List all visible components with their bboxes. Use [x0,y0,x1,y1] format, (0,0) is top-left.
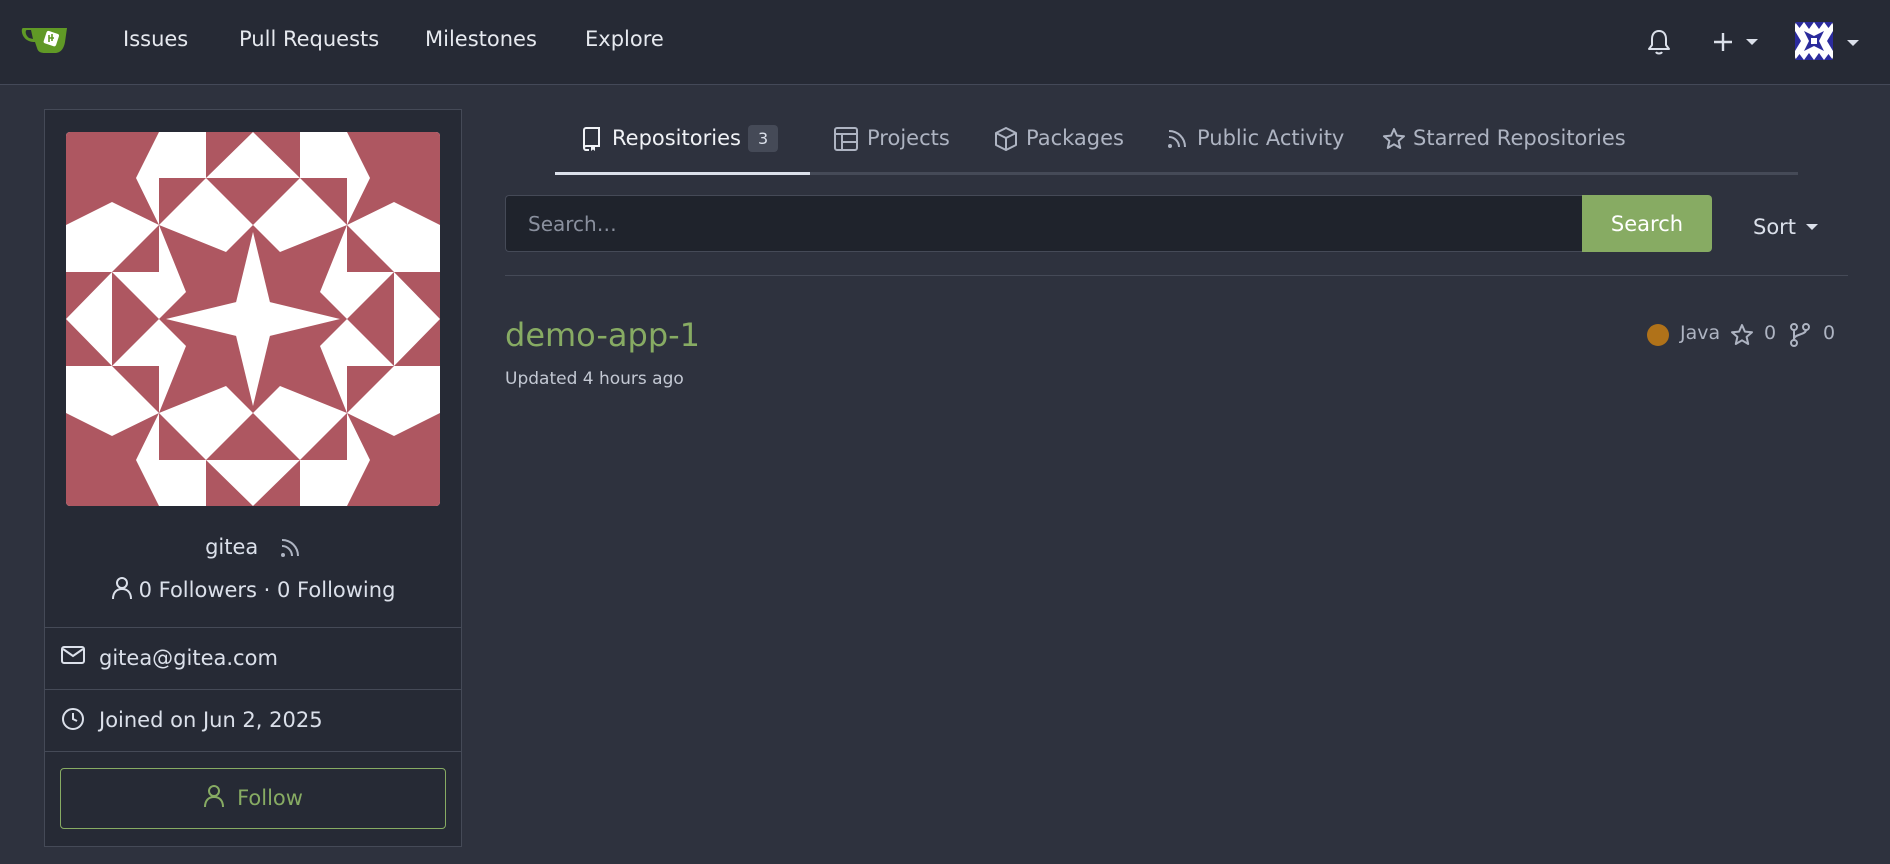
language-color-dot [1647,324,1669,346]
joined-date: Joined on Jun 2, 2025 [99,708,323,732]
user-menu[interactable] [1795,22,1859,62]
chevron-down-icon [1806,224,1819,230]
repo-icon [583,127,600,151]
clock-icon [62,708,84,730]
star-icon[interactable] [1730,323,1754,347]
search-button[interactable]: Search [1582,195,1712,252]
followers-text: 0 Followers · 0 Following [138,578,396,602]
rss-icon [1168,130,1186,148]
profile-card: gitea 0 Followers · 0 Following gitea@gi… [44,109,462,847]
divider [505,275,1848,276]
top-navbar: Issues Pull Requests Milestones Explore [0,0,1890,85]
fork-icon[interactable] [1789,323,1811,347]
tab-repositories[interactable]: Repositories 3 [555,118,810,175]
repo-star-count[interactable]: 0 [1764,322,1776,344]
tab-packages[interactable]: Packages [994,118,1134,175]
tab-projects-label: Projects [867,126,950,150]
repo-count-badge: 3 [748,125,779,152]
tab-starred-repositories[interactable]: Starred Repositories [1382,118,1626,175]
email-row: gitea@gitea.com [45,627,461,689]
gitea-logo-icon[interactable] [21,22,69,56]
follow-button[interactable]: Follow [60,768,446,829]
tab-repositories-label: Repositories [612,126,741,150]
package-icon [995,127,1017,151]
joined-row: Joined on Jun 2, 2025 [45,689,461,751]
profile-username: gitea [205,535,259,559]
follow-button-label: Follow [237,786,303,810]
avatar [1795,22,1833,60]
tab-public-activity[interactable]: Public Activity [1166,118,1346,175]
tab-packages-label: Packages [1026,126,1124,150]
mail-icon [61,646,85,664]
nav-pull-requests[interactable]: Pull Requests [239,27,379,51]
create-new-menu[interactable] [1712,29,1762,55]
nav-issues[interactable]: Issues [123,27,188,51]
rss-icon[interactable] [279,537,301,559]
profile-avatar [66,132,440,506]
bell-icon[interactable] [1647,28,1671,56]
profile-username-row: gitea [45,535,461,559]
email-link[interactable]: gitea@gitea.com [99,646,278,670]
plus-icon [1714,33,1732,51]
chevron-down-icon [1847,40,1859,46]
follow-stats[interactable]: 0 Followers · 0 Following [45,576,461,602]
chevron-down-icon [1746,39,1758,45]
tab-starred-repositories-label: Starred Repositories [1413,126,1626,150]
tab-public-activity-label: Public Activity [1197,126,1345,150]
tab-projects[interactable]: Projects [834,118,964,175]
nav-milestones[interactable]: Milestones [425,27,537,51]
sort-label: Sort [1753,215,1797,239]
repo-language: Java [1680,322,1721,344]
project-icon [834,127,858,151]
repo-updated-time: Updated 4 hours ago [505,369,684,389]
repo-name-link[interactable]: demo-app-1 [505,316,700,354]
person-icon [204,785,225,808]
repo-fork-count[interactable]: 0 [1823,322,1835,344]
nav-explore[interactable]: Explore [585,27,664,51]
profile-tabs: Repositories 3 Projects Packages Public … [555,118,1798,175]
star-icon [1383,128,1405,149]
sort-dropdown[interactable]: Sort [1753,215,1819,239]
repo-search-input[interactable] [505,195,1582,252]
person-icon [111,577,132,600]
